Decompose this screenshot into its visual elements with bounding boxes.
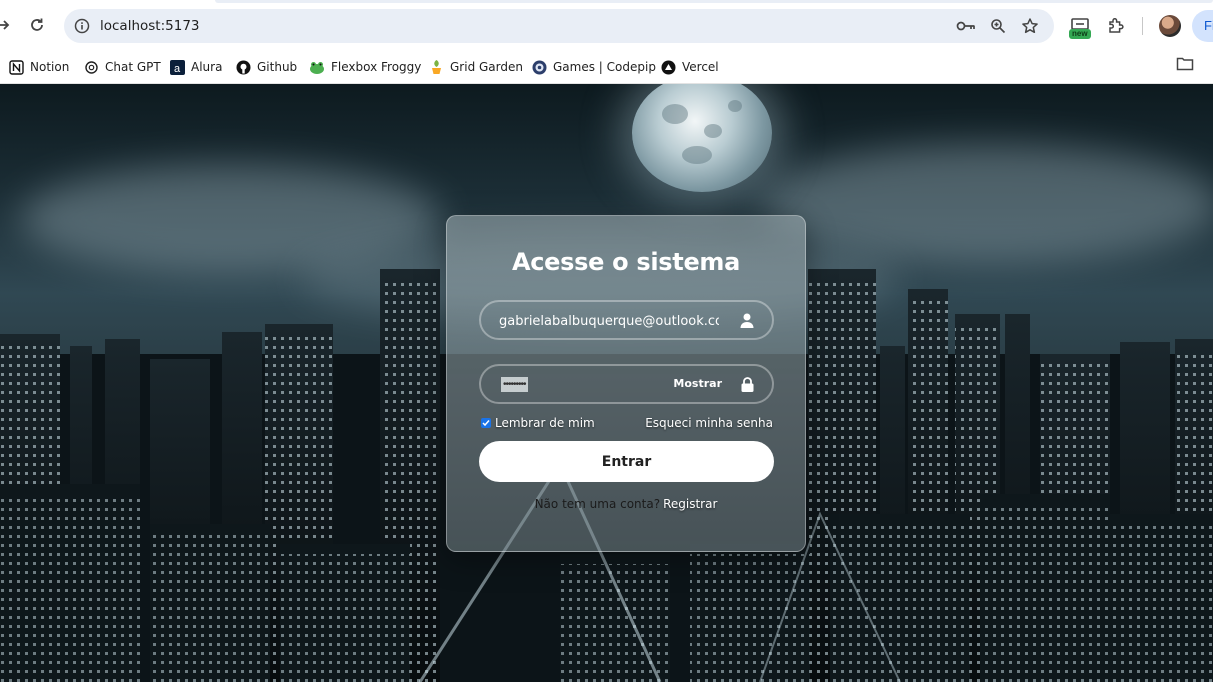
user-icon (738, 311, 756, 329)
bookmark-alura[interactable]: a Alura (169, 55, 222, 79)
github-icon (235, 59, 251, 75)
profile-button[interactable]: Fi (1192, 10, 1213, 42)
garden-icon (428, 59, 444, 75)
notion-icon (8, 59, 24, 75)
profile-avatar[interactable] (1159, 15, 1181, 37)
bookmark-label: Games | Codepip (553, 60, 656, 74)
bookmark-star-icon[interactable] (1020, 16, 1040, 36)
vercel-icon (660, 59, 676, 75)
profile-label: Fi (1204, 18, 1213, 33)
bookmark-label: Notion (30, 60, 70, 74)
new-badge: new (1069, 29, 1091, 39)
email-field[interactable] (479, 300, 774, 340)
reload-icon[interactable] (26, 14, 48, 36)
register-link[interactable]: Registrar (663, 497, 717, 511)
bookmark-chatgpt[interactable]: Chat GPT (83, 55, 161, 79)
forward-icon[interactable] (0, 14, 14, 36)
login-title: Acesse o sistema (511, 248, 741, 276)
bookmark-notion[interactable]: Notion (8, 55, 69, 79)
bookmark-label: Alura (191, 60, 223, 74)
login-card: Acesse o sistema ••••••••• Mostrar Lembr… (446, 215, 806, 552)
zoom-icon[interactable] (988, 16, 1008, 36)
tab-strip-edge (215, 0, 1213, 3)
froggy-icon (309, 59, 325, 75)
forgot-password-link[interactable]: Esqueci minha senha (645, 416, 773, 430)
browser-toolbar: localhost:5173 new Fi (0, 0, 1213, 50)
bookmark-codepip[interactable]: Games | Codepip (531, 55, 656, 79)
site-info-icon[interactable] (72, 16, 92, 36)
email-input[interactable] (499, 311, 719, 331)
register-prompt: Não tem uma conta? Registrar (447, 497, 805, 511)
show-password-button[interactable]: Mostrar (673, 377, 722, 390)
bookmark-flexbox-froggy[interactable]: Flexbox Froggy (309, 55, 421, 79)
password-input[interactable]: ••••••••• (501, 377, 528, 392)
password-key-icon[interactable] (956, 16, 976, 36)
toolbar-separator (1142, 17, 1143, 35)
address-bar[interactable]: localhost:5173 (64, 9, 1054, 43)
password-field[interactable]: ••••••••• Mostrar (479, 364, 774, 404)
bookmark-vercel[interactable]: Vercel (660, 55, 719, 79)
bookmark-label: Flexbox Froggy (331, 60, 422, 74)
remember-checkbox[interactable] (481, 418, 491, 428)
remember-label: Lembrar de mim (495, 416, 595, 430)
chatgpt-icon (83, 59, 99, 75)
lock-icon (738, 375, 756, 393)
bookmark-label: Grid Garden (450, 60, 523, 74)
extensions-icon[interactable] (1104, 14, 1128, 38)
bookmarks-bar: Notion Chat GPT a Alura Github Flexbox F… (0, 50, 1213, 125)
login-button[interactable]: Entrar (479, 441, 774, 482)
no-account-text: Não tem uma conta? (534, 497, 661, 511)
address-url[interactable]: localhost:5173 (100, 18, 200, 34)
folder-icon[interactable] (1176, 56, 1194, 76)
bookmark-label: Vercel (682, 60, 719, 74)
remember-me[interactable]: Lembrar de mim (481, 416, 595, 430)
bookmark-label: Github (257, 60, 298, 74)
alura-icon: a (169, 59, 185, 75)
bookmark-grid-garden[interactable]: Grid Garden (428, 55, 523, 79)
bookmark-github[interactable]: Github (235, 55, 297, 79)
codepip-icon (531, 59, 547, 75)
svg-text:a: a (174, 63, 181, 75)
bookmark-label: Chat GPT (105, 60, 161, 74)
